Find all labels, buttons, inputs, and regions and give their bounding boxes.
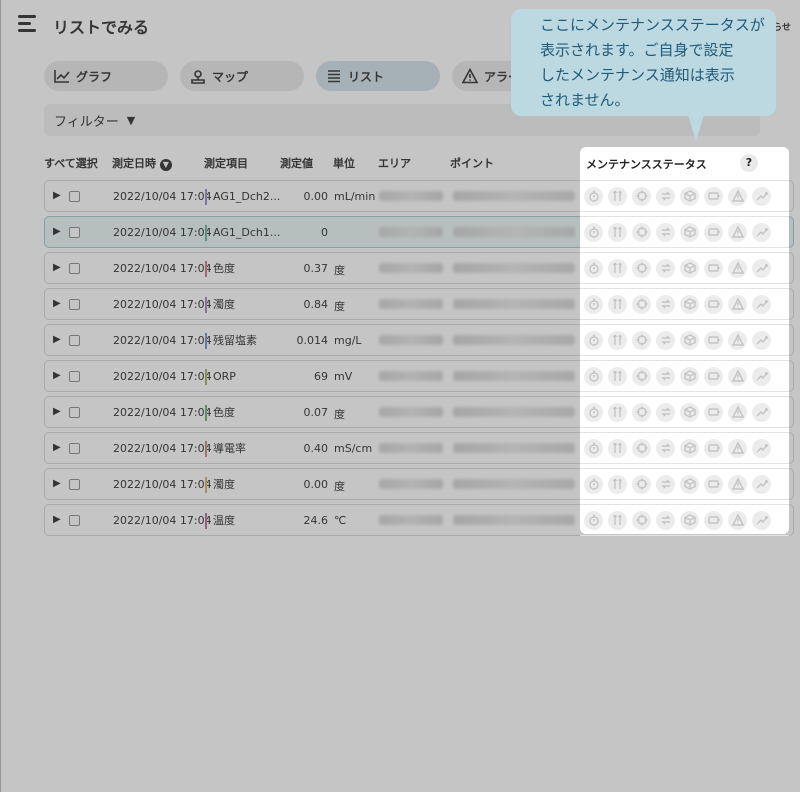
- warning-icon: [728, 438, 747, 458]
- tools-icon: [608, 330, 627, 350]
- maintenance-status-row: [580, 324, 789, 356]
- timer-icon: [584, 294, 603, 314]
- battery-icon: [704, 222, 723, 242]
- tooltip-line: されません。: [540, 91, 630, 109]
- battery-icon: [704, 438, 723, 458]
- target-icon: [632, 222, 651, 242]
- battery-icon: [704, 402, 723, 422]
- box-icon: [680, 186, 699, 206]
- tools-icon: [608, 510, 627, 530]
- battery-icon: [704, 366, 723, 386]
- tutorial-tooltip: ここにメンテナンスステータスが 表示されます。ご自身で設定 したメンテナンス通知…: [511, 9, 776, 116]
- tools-icon: [608, 258, 627, 278]
- box-icon: [680, 438, 699, 458]
- signal-icon: [752, 258, 771, 278]
- timer-icon: [584, 438, 603, 458]
- maintenance-status-row: [580, 216, 789, 248]
- box-icon: [680, 330, 699, 350]
- tools-icon: [608, 402, 627, 422]
- tools-icon: [608, 438, 627, 458]
- warning-icon: [728, 222, 747, 242]
- tooltip-arrow: [688, 115, 704, 141]
- signal-icon: [752, 474, 771, 494]
- warning-icon: [728, 258, 747, 278]
- box-icon: [680, 474, 699, 494]
- refresh-icon: [656, 258, 675, 278]
- refresh-icon: [656, 474, 675, 494]
- refresh-icon: [656, 186, 675, 206]
- maintenance-status-row: [580, 504, 789, 536]
- box-icon: [680, 366, 699, 386]
- refresh-icon: [656, 510, 675, 530]
- warning-icon: [728, 510, 747, 530]
- target-icon: [632, 510, 651, 530]
- signal-icon: [752, 438, 771, 458]
- maintenance-status-row: [580, 432, 789, 464]
- maintenance-status-row: [580, 396, 789, 428]
- maintenance-status-row: [580, 360, 789, 392]
- warning-icon: [728, 330, 747, 350]
- warning-icon: [728, 366, 747, 386]
- box-icon: [680, 258, 699, 278]
- tooltip-line: したメンテナンス通知は表示: [540, 66, 735, 84]
- battery-icon: [704, 330, 723, 350]
- refresh-icon: [656, 438, 675, 458]
- maintenance-status-row: [580, 180, 789, 212]
- tooltip-line: 表示されます。ご自身で設定: [540, 41, 734, 59]
- refresh-icon: [656, 294, 675, 314]
- target-icon: [632, 366, 651, 386]
- signal-icon: [752, 186, 771, 206]
- warning-icon: [728, 186, 747, 206]
- tools-icon: [608, 294, 627, 314]
- box-icon: [680, 294, 699, 314]
- signal-icon: [752, 402, 771, 422]
- box-icon: [680, 510, 699, 530]
- tools-icon: [608, 222, 627, 242]
- battery-icon: [704, 186, 723, 206]
- tools-icon: [608, 366, 627, 386]
- target-icon: [632, 186, 651, 206]
- box-icon: [680, 222, 699, 242]
- signal-icon: [752, 294, 771, 314]
- target-icon: [632, 438, 651, 458]
- battery-icon: [704, 474, 723, 494]
- timer-icon: [584, 258, 603, 278]
- help-icon[interactable]: ?: [740, 154, 758, 172]
- timer-icon: [584, 222, 603, 242]
- target-icon: [632, 294, 651, 314]
- maintenance-status-panel: メンテナンスステータス ?: [580, 147, 789, 536]
- refresh-icon: [656, 366, 675, 386]
- timer-icon: [584, 330, 603, 350]
- tools-icon: [608, 186, 627, 206]
- battery-icon: [704, 294, 723, 314]
- box-icon: [680, 402, 699, 422]
- timer-icon: [584, 366, 603, 386]
- target-icon: [632, 474, 651, 494]
- tooltip-line: ここにメンテナンスステータスが: [540, 16, 765, 34]
- tools-icon: [608, 474, 627, 494]
- signal-icon: [752, 510, 771, 530]
- signal-icon: [752, 366, 771, 386]
- warning-icon: [728, 294, 747, 314]
- target-icon: [632, 402, 651, 422]
- maintenance-status-row: [580, 288, 789, 320]
- refresh-icon: [656, 222, 675, 242]
- signal-icon: [752, 222, 771, 242]
- maintenance-status-row: [580, 252, 789, 284]
- timer-icon: [584, 402, 603, 422]
- timer-icon: [584, 186, 603, 206]
- battery-icon: [704, 258, 723, 278]
- refresh-icon: [656, 330, 675, 350]
- timer-icon: [584, 510, 603, 530]
- timer-icon: [584, 474, 603, 494]
- target-icon: [632, 330, 651, 350]
- refresh-icon: [656, 402, 675, 422]
- target-icon: [632, 258, 651, 278]
- warning-icon: [728, 474, 747, 494]
- warning-icon: [728, 402, 747, 422]
- signal-icon: [752, 330, 771, 350]
- battery-icon: [704, 510, 723, 530]
- maintenance-status-row: [580, 468, 789, 500]
- maintenance-status-title: メンテナンスステータス: [586, 158, 707, 171]
